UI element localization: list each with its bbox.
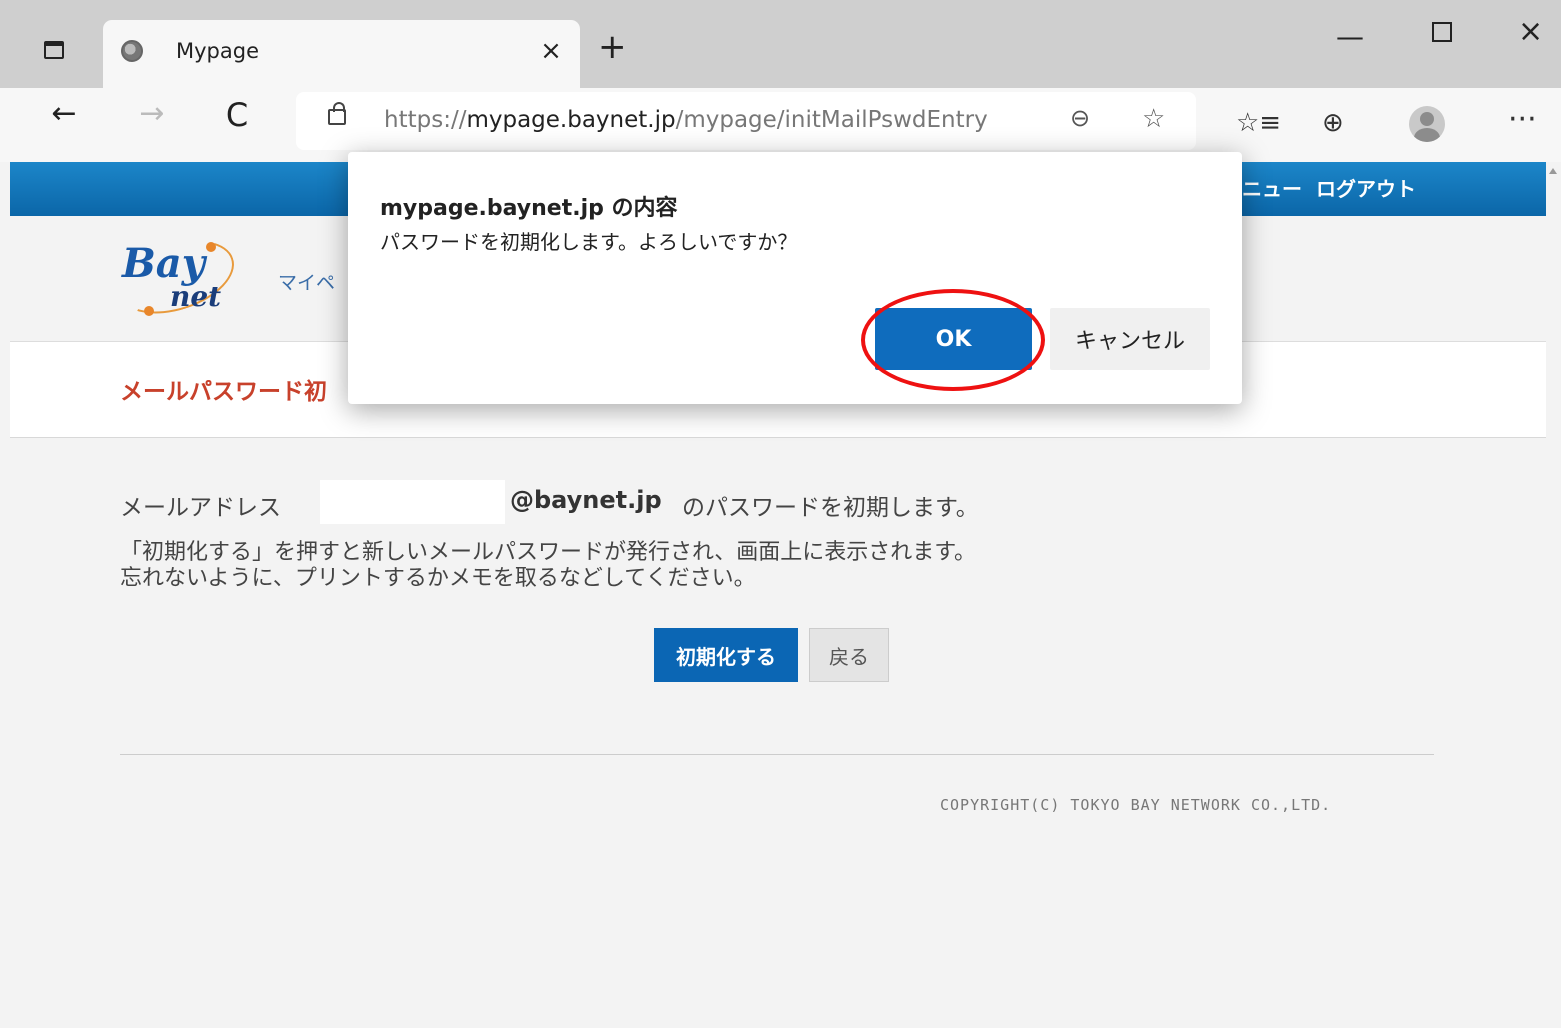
profile-avatar[interactable]: [1409, 106, 1445, 142]
tab-actions-icon: [44, 41, 64, 59]
page-scrollbar[interactable]: [1546, 162, 1561, 1028]
address-bar[interactable]: https://mypage.baynet.jp/mypage/initMail…: [296, 92, 1196, 150]
mail-address-label: メールアドレス: [120, 495, 281, 521]
logo-dot: [144, 306, 154, 316]
dialog-cancel-button[interactable]: キャンセル: [1050, 308, 1210, 370]
tab-strip: Mypage × + — ×: [0, 0, 1561, 88]
url-text[interactable]: https://mypage.baynet.jp/mypage/initMail…: [384, 107, 988, 133]
ok-highlight-circle: [861, 289, 1045, 391]
logout-link[interactable]: ログアウト: [1316, 177, 1416, 201]
dialog-message: パスワードを初期化します。よろしいですか？: [380, 230, 798, 254]
url-path: /mypage/initMailPswdEntry: [675, 107, 988, 133]
mail-domain: @baynet.jp: [510, 486, 662, 514]
footer-divider: [120, 754, 1434, 755]
scroll-up-icon[interactable]: [1549, 168, 1557, 174]
back-button[interactable]: 戻る: [809, 628, 889, 682]
globe-icon: [121, 40, 143, 62]
description: 「初期化する」を押すと新しいメールパスワードが発行され、画面上に表示されます。 …: [120, 540, 976, 592]
collections-icon[interactable]: ⊕: [1322, 108, 1344, 138]
site-subtitle: マイペ: [278, 272, 336, 294]
tab-title: Mypage: [176, 39, 259, 63]
favorites-icon[interactable]: ☆≡: [1236, 108, 1281, 138]
description-line: 忘れないように、プリントするかメモを取るなどしてください。: [120, 566, 756, 591]
logo-dot: [206, 242, 216, 252]
tab-mypage[interactable]: Mypage ×: [103, 20, 580, 88]
tab-actions-button[interactable]: [34, 30, 74, 70]
url-prefix: https://: [384, 107, 467, 133]
browser-toolbar: ← → C https://mypage.baynet.jp/mypage/in…: [0, 88, 1561, 162]
reload-icon[interactable]: C: [215, 96, 259, 134]
more-menu-icon[interactable]: ···: [1508, 102, 1537, 137]
minimize-icon[interactable]: —: [1336, 20, 1364, 53]
zoom-out-icon[interactable]: ⊖: [1070, 104, 1090, 132]
description-line: 「初期化する」を押すと新しいメールパスワードが発行され、画面上に表示されます。: [120, 540, 977, 565]
maximize-icon[interactable]: [1432, 22, 1452, 42]
logo-word-net: net: [170, 280, 222, 313]
topbar-links: ニュー ログアウト: [1242, 173, 1430, 202]
dialog-title: mypage.baynet.jp の内容: [380, 196, 678, 221]
mail-address-value: [320, 480, 505, 524]
page-title: メールパスワード初: [120, 379, 327, 405]
forward-arrow-icon[interactable]: →: [130, 96, 174, 131]
window-close-icon[interactable]: ×: [1518, 14, 1543, 49]
menu-link[interactable]: ニュー: [1242, 177, 1302, 201]
add-favorite-icon[interactable]: ☆: [1142, 104, 1165, 134]
back-arrow-icon[interactable]: ←: [42, 96, 86, 131]
copyright: COPYRIGHT(C) TOKYO BAY NETWORK CO.,LTD.: [940, 796, 1332, 814]
tab-close-icon[interactable]: ×: [536, 36, 566, 66]
initialize-button[interactable]: 初期化する: [654, 628, 798, 682]
url-host: mypage.baynet.jp: [466, 107, 676, 133]
new-tab-button[interactable]: +: [598, 30, 627, 64]
mail-address-tail: のパスワードを初期します。: [682, 495, 979, 521]
baynet-logo[interactable]: Bay net: [108, 227, 244, 327]
confirm-dialog: mypage.baynet.jp の内容 パスワードを初期化します。よろしいです…: [348, 152, 1242, 404]
lock-icon[interactable]: [328, 102, 346, 125]
